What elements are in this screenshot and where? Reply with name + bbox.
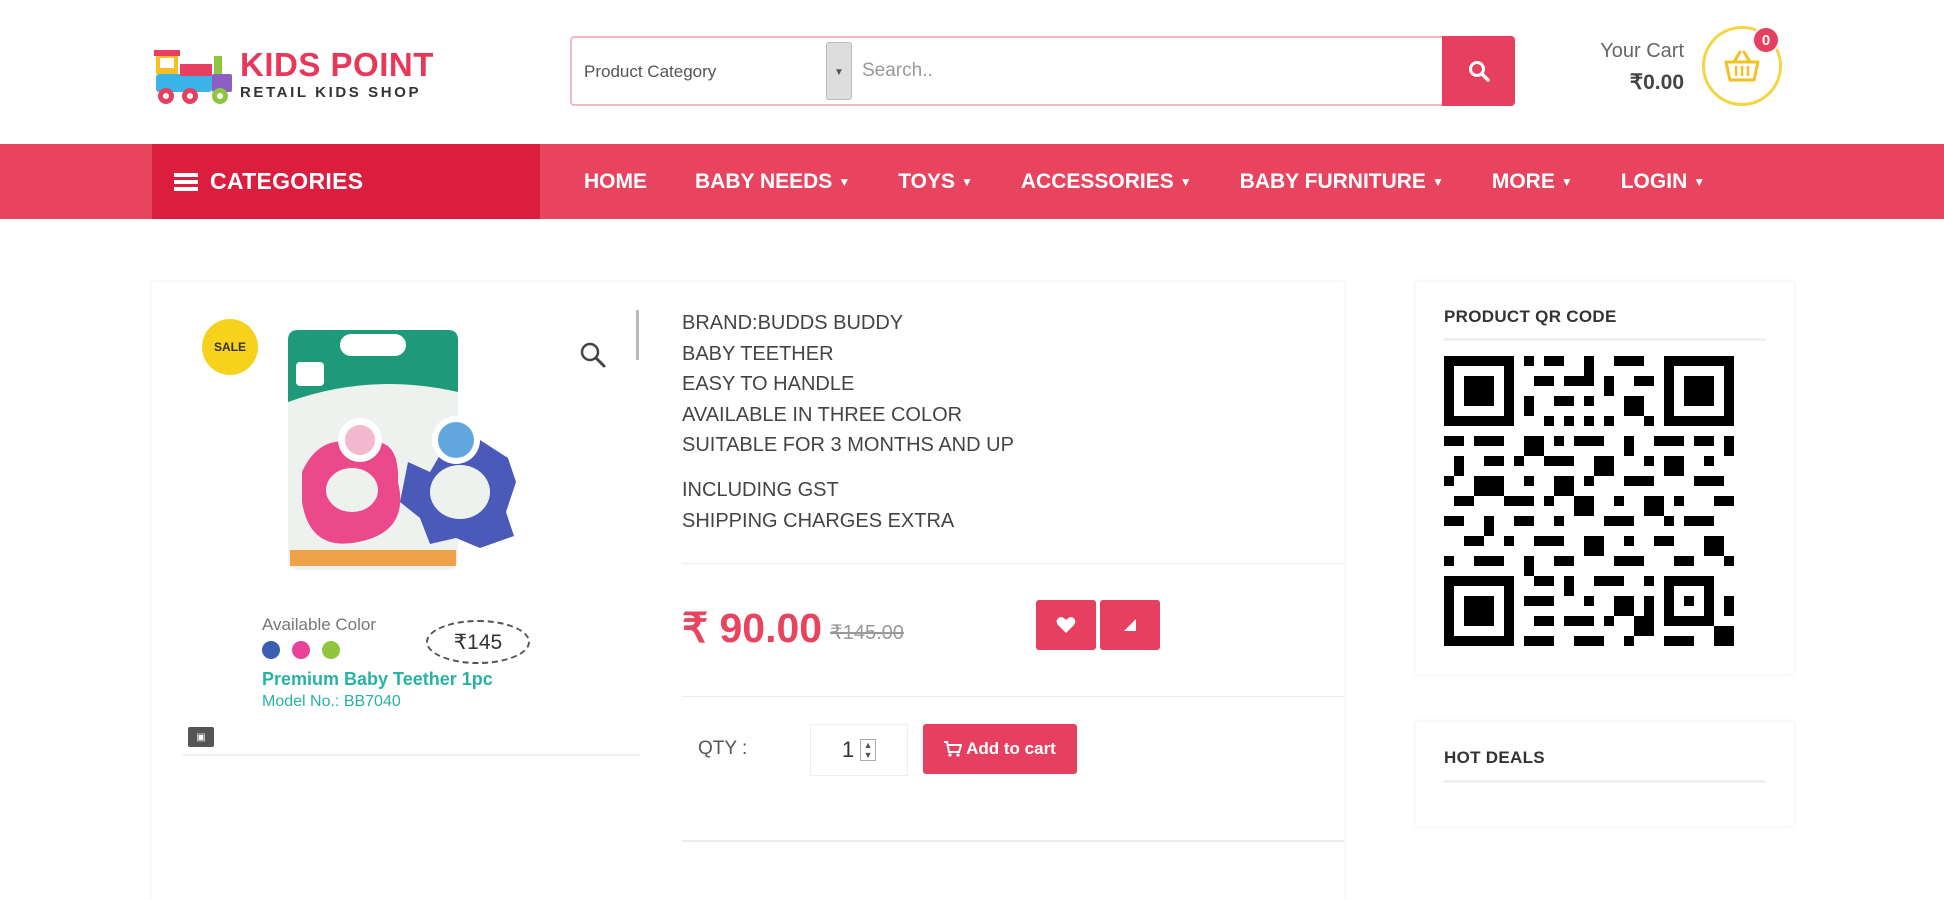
cart-icon <box>944 741 963 757</box>
cart-label: Your Cart <box>1600 40 1684 62</box>
divider <box>1444 780 1766 783</box>
nav-item-label: MORE <box>1491 169 1555 193</box>
chevron-down-icon: ▼ <box>834 67 844 78</box>
caret-down-icon: ▼ <box>1560 174 1573 189</box>
product-description: BRAND:BUDDS BUDDY BABY TEETHER EASY TO H… <box>682 308 1014 461</box>
hamburger-icon <box>174 170 198 194</box>
caret-down-icon: ▼ <box>1431 174 1444 189</box>
color-swatch-blue <box>262 641 280 659</box>
quantity-stepper[interactable]: 1 ▲ ▼ <box>810 724 908 776</box>
nav-item-home[interactable]: HOME <box>584 170 647 194</box>
nav-item-label: LOGIN <box>1620 169 1688 193</box>
categories-button[interactable]: CATEGORIES <box>152 144 540 219</box>
old-price: ₹145.00 <box>830 622 904 644</box>
nav-item-login[interactable]: LOGIN ▼ <box>1621 170 1705 194</box>
color-swatch-pink <box>292 641 310 659</box>
divider <box>682 840 1344 842</box>
nav-item-label: ACCESSORIES <box>1020 169 1174 193</box>
note-line: SHIPPING CHARGES EXTRA <box>682 509 955 532</box>
caret-down-icon: ▼ <box>838 174 851 189</box>
caret-down-icon: ▼ <box>1179 174 1192 189</box>
image-underline <box>182 754 640 756</box>
available-color-label: Available Color <box>262 615 377 634</box>
heart-icon <box>1056 617 1076 633</box>
nav-item-baby-needs[interactable]: BABY NEEDS ▼ <box>695 170 850 194</box>
description-line: EASY TO HANDLE <box>682 373 855 395</box>
color-swatches <box>262 641 340 659</box>
site-header: KIDS POINT RETAIL KIDS SHOP Product Cate… <box>0 0 1944 144</box>
categories-label: CATEGORIES <box>210 168 364 194</box>
caret-down-icon: ▼ <box>961 174 973 189</box>
add-to-cart-button[interactable]: Add to cart <box>923 724 1077 774</box>
qty-label: QTY : <box>698 738 748 759</box>
logo-subtitle: RETAIL KIDS SHOP <box>240 84 422 101</box>
divider <box>682 696 1344 697</box>
description-line: SUITABLE FOR 3 MONTHS AND UP <box>682 434 1014 456</box>
logo-title: KIDS POINT <box>240 46 434 83</box>
image-divider <box>636 310 639 360</box>
compare-icon <box>1124 619 1136 631</box>
search-input[interactable] <box>862 44 1432 98</box>
add-to-cart-label: Add to cart <box>966 739 1056 758</box>
train-logo-icon <box>154 50 232 104</box>
hot-deals-panel <box>1416 722 1794 826</box>
logo[interactable]: KIDS POINT RETAIL KIDS SHOP <box>152 42 442 110</box>
divider <box>1444 338 1766 341</box>
sale-badge: SALE <box>202 319 258 375</box>
nav-item-label: HOME <box>584 169 647 193</box>
menu: HOME BABY NEEDS ▼ TOYS ▼ ACCESSORIES ▼ BABY… <box>560 144 1729 219</box>
basket-icon <box>1724 50 1760 82</box>
nav-item-label: BABY FURNITURE <box>1239 169 1426 193</box>
caret-down-icon: ▼ <box>1693 174 1706 189</box>
wishlist-button[interactable] <box>1036 600 1096 650</box>
description-line: AVAILABLE IN THREE COLOR <box>682 403 963 426</box>
nav-item-label: BABY NEEDS <box>695 169 833 193</box>
product-price: ₹ 90.00 <box>682 605 823 651</box>
qr-code-title: PRODUCT QR CODE <box>1444 307 1617 326</box>
mrp-tag: ₹145 <box>426 620 530 664</box>
search-bar: Product Category ▼ <box>570 36 1515 106</box>
product-image[interactable] <box>280 322 580 582</box>
hot-deals-title: HOT DEALS <box>1444 748 1545 767</box>
divider <box>682 563 1344 564</box>
nav-item-more[interactable]: MORE ▼ <box>1492 170 1573 194</box>
main-nav: CATEGORIES HOME BABY NEEDS ▼ TOYS ▼ ACCESS… <box>0 144 1944 219</box>
search-icon <box>1468 61 1490 82</box>
note-line: INCLUDING GST <box>682 479 839 501</box>
color-swatch-green <box>322 641 340 659</box>
compare-button[interactable] <box>1100 600 1160 650</box>
category-dropdown-toggle[interactable]: ▼ <box>826 42 852 100</box>
thumbnail-icon[interactable]: ▣ <box>188 727 214 747</box>
search-button[interactable] <box>1442 36 1515 106</box>
nav-item-toys[interactable]: TOYS ▼ <box>898 170 973 194</box>
nav-item-baby-furniture[interactable]: BABY FURNITURE ▼ <box>1240 170 1444 194</box>
nav-item-accessories[interactable]: ACCESSORIES ▼ <box>1021 170 1192 194</box>
description-line: BRAND:BUDDS BUDDY <box>682 312 904 334</box>
product-category-select[interactable]: Product Category <box>584 62 716 82</box>
product-image-name: Premium Baby Teether 1pc <box>262 669 493 689</box>
cart-count-badge: 0 <box>1752 26 1780 54</box>
zoom-icon[interactable] <box>577 339 609 371</box>
product-notes: INCLUDING GST SHIPPING CHARGES EXTRA <box>682 475 954 536</box>
product-model-number: Model No.: BB7040 <box>262 693 401 710</box>
spinner-icon[interactable]: ▲ ▼ <box>860 739 877 761</box>
nav-item-label: TOYS <box>898 169 955 193</box>
product-qr-code <box>1444 356 1734 646</box>
description-line: BABY TEETHER <box>682 342 834 365</box>
qty-value: 1 <box>841 737 855 762</box>
cart-total: ₹0.00 <box>1629 71 1684 94</box>
